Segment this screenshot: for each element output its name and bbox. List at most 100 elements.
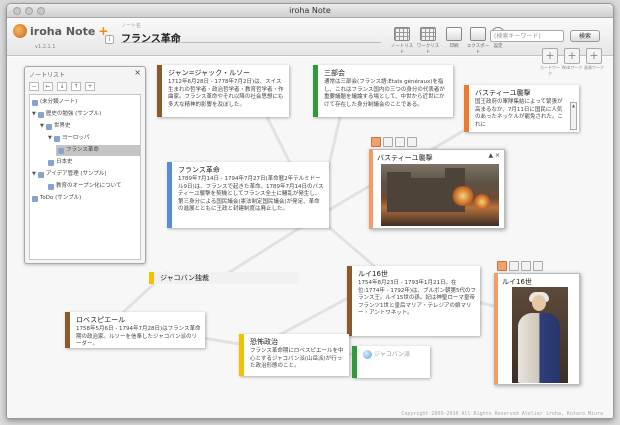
card-body: 国王政府の軍隊集結によって緊張が高まるなか、7月11日に国民に人気のあったネッケ… (475, 99, 564, 128)
card-title: ジャコバン独裁 (160, 274, 209, 282)
add-card-button[interactable]: + (542, 48, 558, 64)
move-down-button[interactable]: ↓ (57, 82, 67, 91)
image-card-tools (497, 261, 543, 271)
logo-mark-icon (13, 24, 27, 38)
copyright: Copyright 2009-2010 All Rights Reserved … (401, 411, 603, 417)
disclosure-arrow-icon[interactable]: ▼ (32, 109, 36, 120)
duplicate-icon[interactable] (395, 137, 405, 147)
card-robespierre[interactable]: ロベスピエール 1758年5月6日 - 1794年7月28日)はフランス革命期の… (65, 312, 205, 348)
disclosure-arrow-icon[interactable]: ▼ (40, 121, 44, 132)
tree-item[interactable]: ▼ アイデア管理 (サンプル) (32, 169, 106, 180)
move-left-button[interactable]: ← (43, 82, 53, 91)
card-jacobin-dictatorship[interactable]: ジャコバン独裁 (149, 272, 299, 284)
tree-item-label: 教育のオープン化について (56, 183, 122, 189)
tree-item[interactable]: ▼ ヨーロッパ (48, 133, 89, 144)
minimize-window-button[interactable] (25, 7, 33, 15)
image-card-louis16[interactable]: ルイ16世 (494, 273, 580, 385)
note-name-field[interactable]: フランス革命 (121, 30, 381, 45)
note-icon (32, 195, 38, 202)
window-title: iroha Note (289, 6, 331, 15)
add-note-button[interactable]: + (85, 82, 95, 91)
link-icon[interactable] (509, 261, 519, 271)
search-input[interactable]: (検索キーワード) (490, 30, 564, 42)
work-list-icon (420, 27, 436, 41)
disclosure-arrow-icon[interactable]: ▼ (48, 133, 52, 144)
card-title: ジャコバン派 (363, 349, 410, 359)
print-icon (446, 27, 462, 41)
note-list-panel: ノートリスト × − ← ↓ ↑ + (未分類ノート) ▼ 歴史の勉強 (サンプル… (24, 66, 146, 264)
search-button[interactable]: 検索 (570, 30, 600, 42)
work-list-button[interactable]: ワークリスト (415, 27, 441, 55)
color-picker-icon[interactable] (497, 261, 507, 271)
tree-item-label: (未分類ノート) (40, 99, 78, 105)
card-body: 1754年8月23日 - 1793年1月21日。在位:1774年 - 1792年… (358, 280, 476, 316)
app-window: iroha Note iroha Note + v1.2.1.1 i ノート名 … (6, 3, 614, 419)
card-title-text: ジャコバン派 (374, 351, 411, 358)
note-list-button[interactable]: ノートリスト (389, 27, 415, 55)
link-icon[interactable] (383, 137, 393, 147)
card-title: 恐怖政治 (250, 338, 278, 346)
image-card-controls[interactable]: ▲ × (488, 152, 500, 159)
work-canvas[interactable]: ノートリスト × − ← ↓ ↑ + (未分類ノート) ▼ 歴史の勉強 (サンプル… (7, 57, 613, 418)
card-sanbukai[interactable]: 三部会 通常は三部会(フランス語:États généraux)を指し、これはフ… (313, 65, 453, 117)
print-label: 印刷 (449, 44, 459, 49)
tree-item-label: フランス革命 (66, 147, 99, 153)
tree-item-selected[interactable]: フランス革命 (56, 145, 140, 156)
settings-label: 設定 (493, 44, 503, 49)
print-button[interactable]: 印刷 (441, 27, 467, 49)
lock-icon[interactable] (533, 261, 543, 271)
card-title: バスティーユ襲撃 (475, 89, 531, 97)
card-body: 通常は三部会(フランス語:États généraux)を指し、これはフランス国… (324, 79, 445, 108)
tree-item[interactable]: ▼ 歴史の勉強 (サンプル) (32, 109, 101, 120)
work-list-label: ワークリスト (416, 44, 440, 55)
add-web-button[interactable]: + (564, 48, 580, 64)
tree-item[interactable]: 日本史 (48, 157, 73, 168)
tree-item[interactable]: 教育のオープン化について (48, 181, 122, 192)
card-title: フランス革命 (178, 166, 220, 174)
tree-item-label: アイデア管理 (サンプル) (45, 171, 107, 177)
lock-icon[interactable] (407, 137, 417, 147)
card-rousseau[interactable]: ジャン=ジャック・ルソー 1712年6月28日 - 1778年7月2日)は、スイ… (157, 65, 289, 117)
image-card-bastille[interactable]: バスティーユ襲撃 ▲ × (369, 149, 505, 229)
add-image-button[interactable]: + (586, 48, 602, 64)
card-body: 1789年7月14日 - 1794年7月27日(革命暦2年テルミドール9日)は、… (178, 176, 324, 212)
tree-item[interactable]: ToDo (サンプル) (32, 193, 81, 204)
folder-icon (37, 171, 44, 178)
note-name-label: ノート名 (121, 23, 142, 29)
collapse-button[interactable]: − (29, 82, 39, 91)
tree-item[interactable]: (未分類ノート) (32, 97, 77, 108)
move-up-button[interactable]: ↑ (71, 82, 81, 91)
card-title: ルイ16世 (358, 270, 388, 278)
bastille-painting-image (381, 164, 499, 226)
card-louis16-text[interactable]: ルイ16世 1754年8月23日 - 1793年1月21日。在位:1774年 -… (347, 266, 480, 336)
zoom-window-button[interactable] (37, 7, 45, 15)
louis16-portrait-image (512, 287, 568, 383)
duplicate-icon[interactable] (521, 261, 531, 271)
add-web-label: Webワーク (561, 65, 583, 70)
color-picker-icon[interactable] (371, 137, 381, 147)
add-image-label: 画像ワーク (584, 65, 604, 70)
close-icon[interactable]: × (134, 68, 141, 77)
card-body: 1712年6月28日 - 1778年7月2日)は、スイス生まれの哲学者・政治哲学… (168, 79, 284, 108)
close-window-button[interactable] (13, 7, 21, 15)
folder-icon (45, 123, 52, 130)
card-scrollbar[interactable]: ▲ (570, 102, 577, 130)
note-icon (48, 183, 54, 190)
disclosure-arrow-icon[interactable]: ▼ (32, 169, 36, 180)
info-button[interactable]: i (105, 35, 114, 44)
card-body: フランス革命期にロベスピエールを中心とするジャコバン派(山岳派)が行った政治形態… (250, 348, 344, 369)
card-terror[interactable]: 恐怖政治 フランス革命期にロベスピエールを中心とするジャコバン派(山岳派)が行っ… (239, 334, 349, 376)
note-icon (58, 147, 64, 154)
card-title: ロベスピエール (76, 316, 126, 324)
card-bastille-text[interactable]: バスティーユ襲撃 国王政府の軍隊集結によって緊張が高まるなか、7月11日に国民に… (464, 85, 579, 132)
note-list-label: ノートリスト (390, 44, 414, 55)
card-title: 三部会 (324, 69, 345, 77)
export-icon (470, 27, 486, 41)
card-french-revolution[interactable]: フランス革命 1789年7月14日 - 1794年7月27日(革命暦2年テルミド… (167, 162, 329, 228)
card-jacobin[interactable]: ジャコバン派 (352, 346, 430, 378)
add-card-label: カードワーク (540, 65, 560, 76)
note-tree: (未分類ノート) ▼ 歴史の勉強 (サンプル) ▼ 世界史 ▼ ヨーロッパ フランス革… (29, 94, 141, 260)
tree-item[interactable]: ▼ 世界史 (40, 121, 70, 132)
note-icon (32, 99, 38, 106)
card-title: ジャン=ジャック・ルソー (168, 69, 251, 77)
